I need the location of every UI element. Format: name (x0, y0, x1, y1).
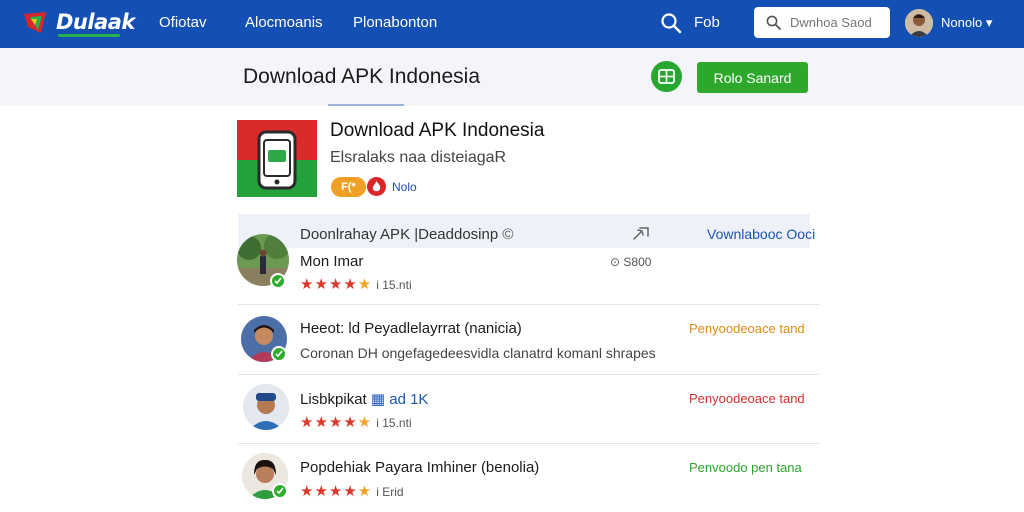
title-underline (328, 104, 404, 106)
row-3-rating: ★★★★★ i 15.nti (300, 413, 412, 431)
row-4-title[interactable]: Popdehiak Payara Imhiner (benolia) (300, 459, 539, 476)
row-3-stars-orange: ★ (357, 414, 373, 431)
row-2-title[interactable]: Heeot: ld Peyadlelayrrat (nanicia) (300, 320, 522, 337)
row-1-rating-text: i 15.nti (376, 278, 412, 292)
row-3-avatar[interactable] (243, 384, 289, 430)
row-2-subtitle: Coronan DH ongefagedeesvidla clanatrd ko… (300, 345, 656, 361)
app-badge: F(* (331, 177, 366, 197)
phone-flag-icon (237, 120, 317, 197)
row-divider-3 (238, 443, 820, 444)
logo-underline (58, 34, 120, 37)
nav-link-2[interactable]: Alocmoanis (245, 14, 323, 31)
search-box[interactable] (754, 7, 890, 38)
user-photo (905, 9, 933, 37)
row-4-stars-orange: ★ (357, 483, 373, 500)
chevron-down-icon: ▾ (985, 15, 993, 30)
copyright-icon: © (502, 226, 514, 243)
row-4-verified-icon (272, 483, 288, 499)
row-1-meta: ⊙ S800 (610, 255, 652, 269)
share-icon[interactable] (632, 225, 650, 243)
search-link[interactable]: Fob (694, 14, 720, 31)
list-header-link[interactable]: Vownlabooc Ooci (707, 226, 815, 242)
row-1-verified-icon (270, 273, 286, 289)
app-name: Download APK Indonesia (330, 120, 545, 141)
grid-icon: ▦ (370, 391, 386, 408)
row-4-action[interactable]: Penvoodo pen tana (689, 460, 802, 475)
row-3-title-text: Lisbkpikat (300, 391, 367, 408)
row-divider-1 (238, 304, 820, 305)
row-2-verified-icon (271, 346, 287, 362)
grid-view-button[interactable] (651, 61, 682, 92)
row-4-rating: ★★★★★ i Erid (300, 482, 404, 500)
row-3-stars-red: ★★★★ (300, 414, 358, 431)
grid-icon (658, 69, 675, 84)
row-4-stars-red: ★★★★ (300, 483, 358, 500)
nav-link-1[interactable]: Ofiotav (159, 14, 207, 31)
row-1-rating: ★★★★★ i 15.nti (300, 275, 412, 293)
row-4-rating-text: i Erid (376, 485, 404, 499)
app-icon (237, 120, 317, 197)
user-name: Nonolo (941, 15, 983, 30)
row-1-stars-orange: ★ (357, 276, 373, 293)
user-avatar[interactable] (905, 9, 933, 37)
page-title: Download APK Indonesia (243, 65, 480, 88)
person-photo (243, 384, 289, 430)
primary-action-button[interactable]: Rolo Sanard (697, 62, 808, 93)
user-menu[interactable]: Nonolo ▾ (941, 15, 992, 31)
search-input[interactable] (790, 13, 884, 32)
row-3-tag-text: ad 1K (389, 391, 429, 408)
app-badge-text[interactable]: Nolo (392, 180, 417, 194)
search-field-icon (766, 15, 781, 30)
row-3-title[interactable]: Lisbkpikat ▦ ad 1K (300, 390, 428, 408)
logo-text: Dulaak (56, 10, 135, 34)
check-icon (274, 277, 282, 285)
nav-link-3[interactable]: Plonabonton (353, 14, 437, 31)
list-header-title: Doonlrahay APK |Deaddosinp © (300, 226, 513, 243)
row-1-title[interactable]: Mon Imar (300, 253, 363, 270)
site-logo[interactable]: Dulaak (22, 9, 142, 39)
check-icon (276, 487, 284, 495)
search-icon[interactable] (660, 12, 682, 34)
list-header-label: Doonlrahay APK |Deaddosinp (300, 226, 499, 243)
row-1-stars-red: ★★★★ (300, 276, 358, 293)
app-badge-icon (367, 177, 386, 196)
logo-mark-icon (24, 12, 46, 33)
row-3-action[interactable]: Penyoodeoace tand (689, 391, 805, 406)
top-nav-bar: Dulaak Ofiotav Alocmoanis Plonabonton Fo… (0, 0, 1024, 48)
check-icon (275, 350, 283, 358)
page-header-band (0, 48, 1024, 106)
row-divider-2 (238, 374, 820, 375)
row-2-action[interactable]: Penyoodeoace tand (689, 321, 805, 336)
row-3-tag: ▦ ad 1K (371, 391, 429, 408)
app-subtitle: Elsralaks naa disteiagaR (330, 149, 507, 166)
flame-icon (372, 181, 381, 192)
row-3-rating-text: i 15.nti (376, 416, 412, 430)
